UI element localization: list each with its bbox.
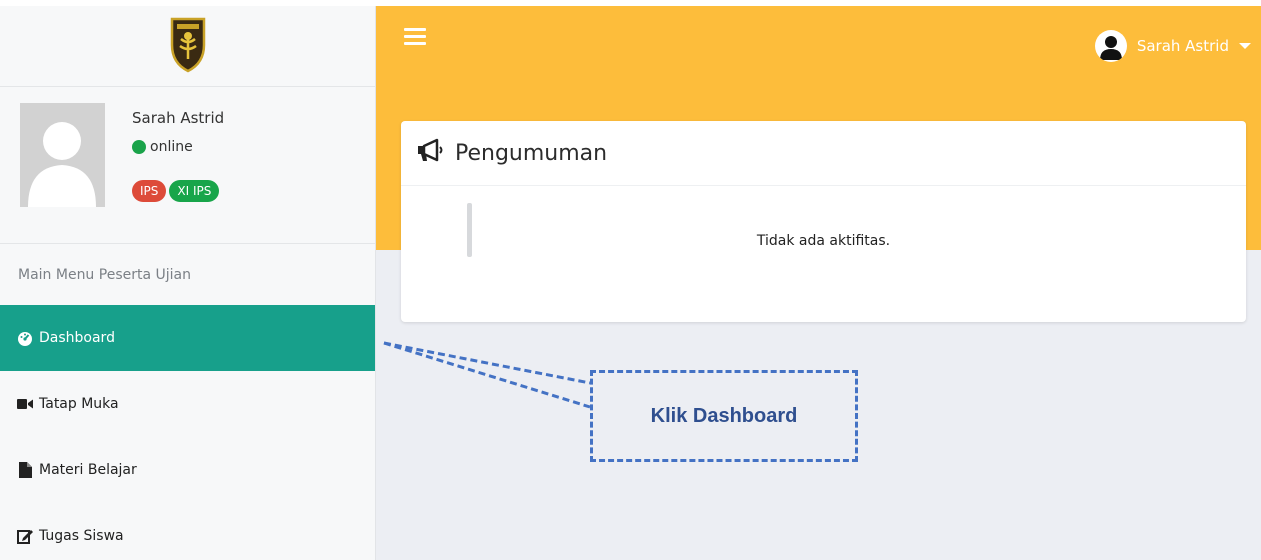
- empty-message: Tidak ada aktifitas.: [756, 233, 891, 249]
- megaphone-icon: [417, 138, 447, 168]
- file-icon: [17, 462, 33, 478]
- sidebar-item-materi-belajar[interactable]: Materi Belajar: [0, 437, 375, 503]
- sidebar: Sarah Astrid online IPS XI IPS Main Menu…: [0, 6, 376, 560]
- user-name: Sarah Astrid: [132, 109, 225, 127]
- user-panel: Sarah Astrid online IPS XI IPS: [0, 87, 375, 244]
- announcement-body: Tidak ada aktifitas.: [401, 186, 1246, 322]
- status-label: online: [150, 139, 193, 155]
- badges: IPS XI IPS: [132, 180, 220, 202]
- sidebar-item-dashboard[interactable]: Dashboard: [0, 305, 375, 371]
- avatar: [20, 103, 105, 207]
- sidebar-item-tatap-muka[interactable]: Tatap Muka: [0, 371, 375, 437]
- class-badge: XI IPS: [169, 180, 220, 202]
- callout-text: Klik Dashboard: [650, 404, 798, 427]
- topbar-user-name: Sarah Astrid: [1136, 37, 1229, 55]
- sidebar-item-label: Materi Belajar: [39, 462, 137, 478]
- topbar: Sarah Astrid: [376, 6, 1261, 86]
- chevron-down-icon: [1239, 43, 1251, 49]
- online-status-icon: [132, 140, 146, 154]
- dashboard-icon: [17, 330, 33, 346]
- sidebar-item-label: Dashboard: [39, 330, 115, 346]
- user-avatar-icon: [1094, 30, 1127, 62]
- main-content: Pengumuman Tidak ada aktifitas.: [376, 86, 1261, 560]
- user-status: online: [132, 139, 193, 155]
- menu-header: Main Menu Peserta Ujian: [18, 266, 191, 283]
- user-menu-dropdown[interactable]: Sarah Astrid: [1094, 30, 1251, 62]
- callout-box: Klik Dashboard: [590, 370, 858, 462]
- major-badge: IPS: [132, 180, 167, 202]
- school-logo[interactable]: [169, 15, 207, 77]
- menu-toggle-icon[interactable]: [404, 28, 426, 46]
- video-camera-icon: [17, 396, 33, 412]
- logo-bar: [0, 6, 375, 87]
- announcement-card: Pengumuman Tidak ada aktifitas.: [401, 121, 1246, 322]
- sidebar-item-tugas-siswa[interactable]: Tugas Siswa: [0, 503, 375, 560]
- edit-icon: [17, 528, 33, 544]
- announcement-title: Pengumuman: [455, 140, 608, 166]
- sidebar-item-label: Tugas Siswa: [39, 528, 124, 544]
- sidebar-item-label: Tatap Muka: [39, 396, 119, 412]
- announcement-header: Pengumuman: [401, 121, 1246, 186]
